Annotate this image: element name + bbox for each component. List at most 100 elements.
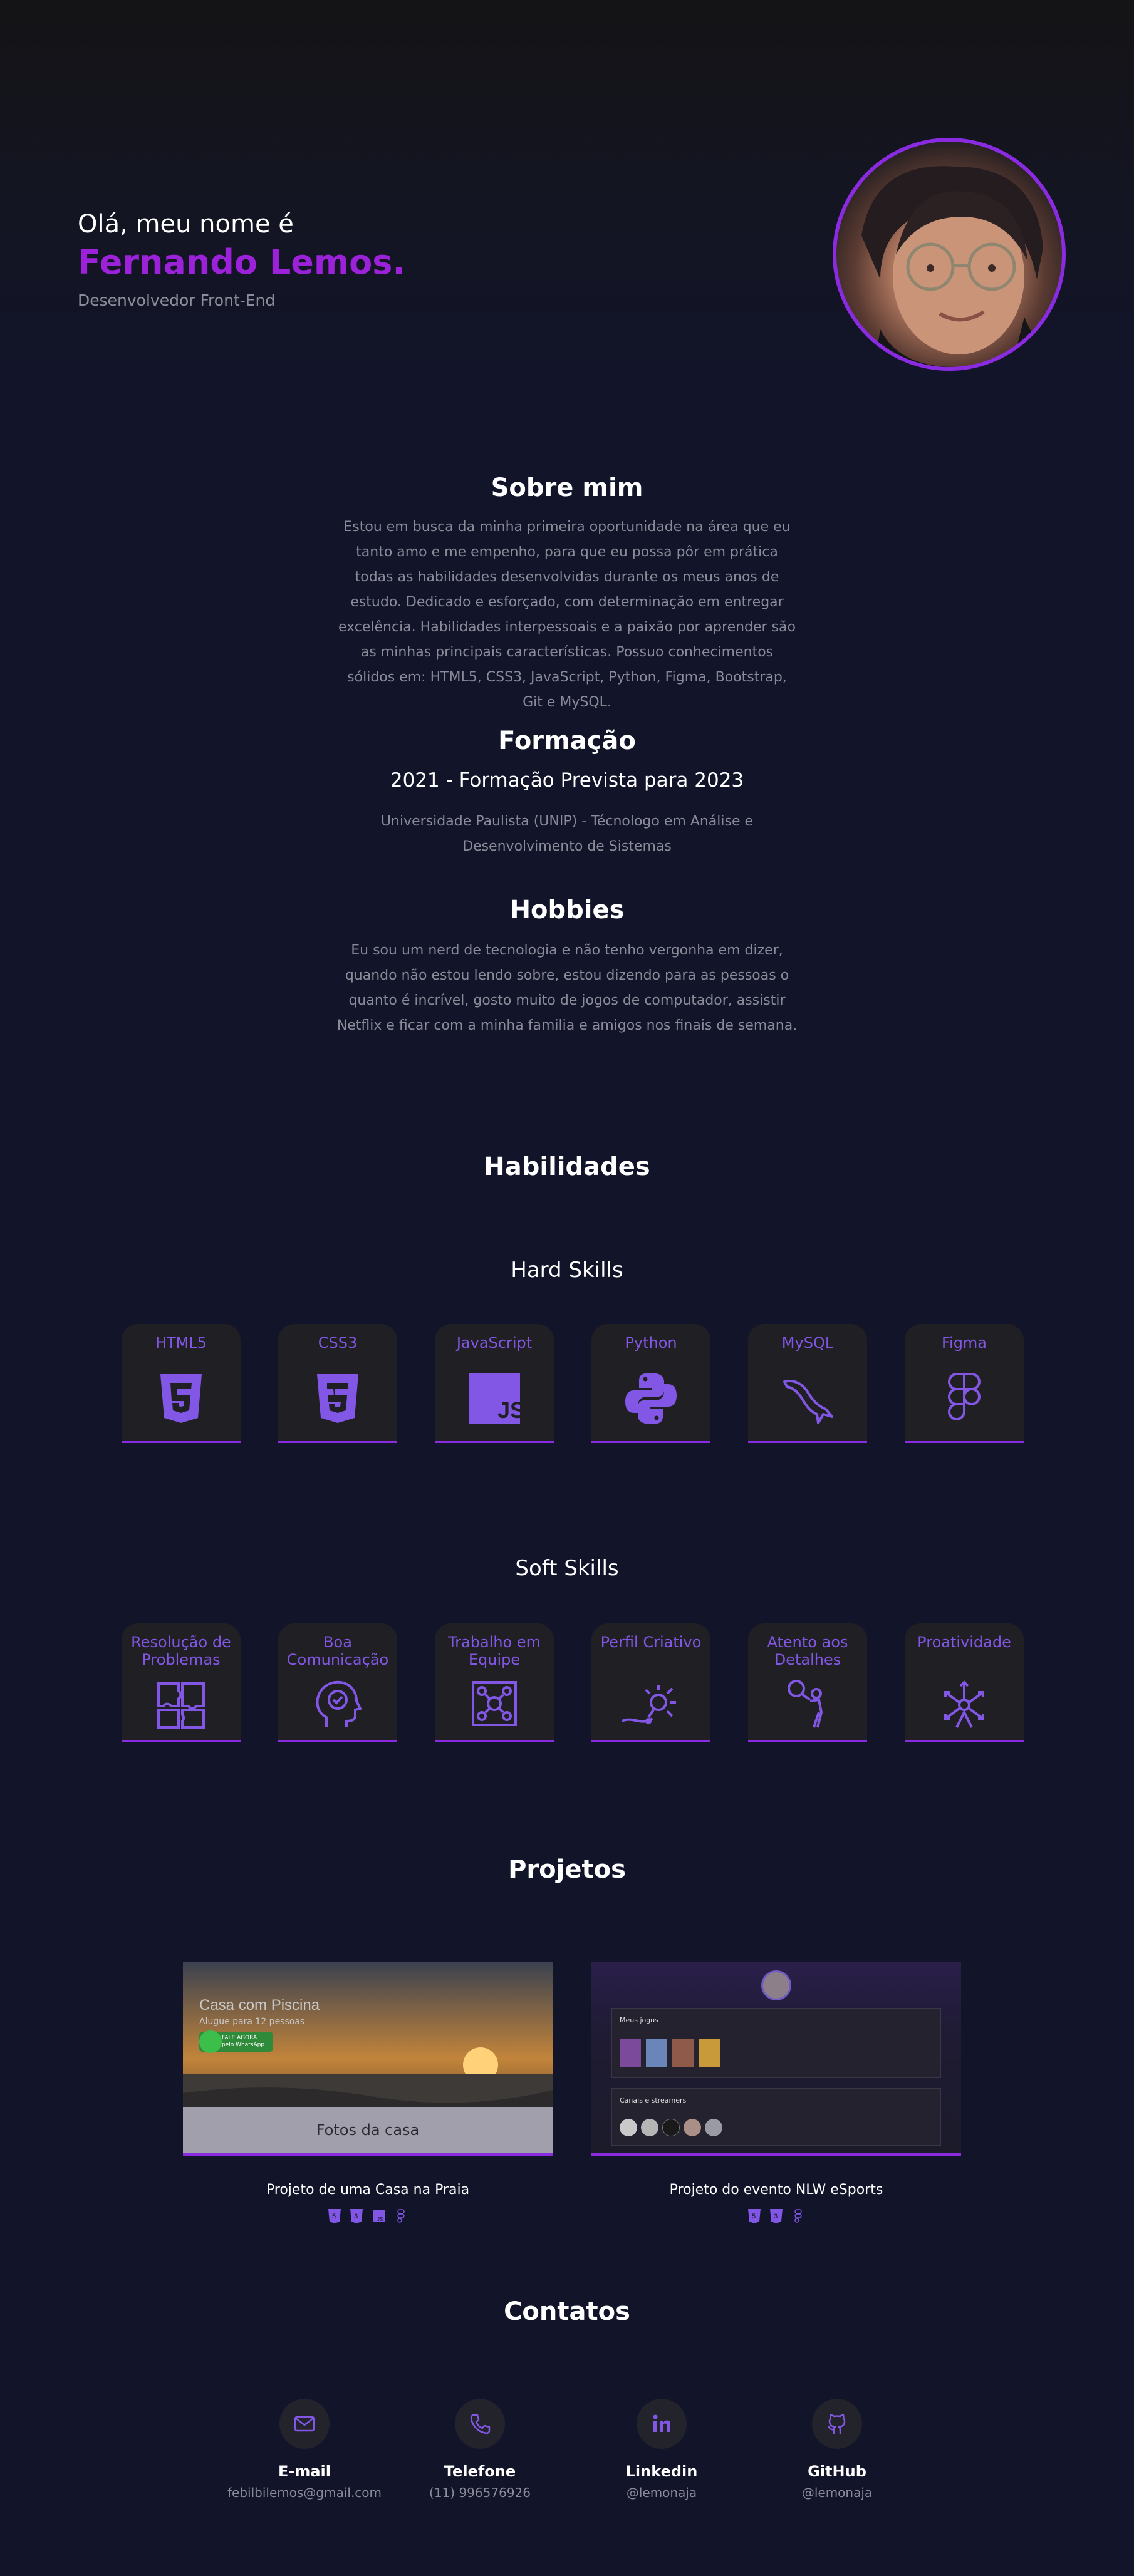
html5-icon: 5 xyxy=(327,2208,342,2224)
preview-games-title: Meus jogos xyxy=(620,2016,658,2024)
hero-greeting: Olá, meu nome é xyxy=(78,210,294,239)
whatsapp-icon xyxy=(199,2030,222,2053)
projects-title: Projetos xyxy=(508,1855,626,1884)
contact-value[interactable]: @lemonaja xyxy=(743,2485,931,2500)
proactive-icon xyxy=(944,1680,984,1728)
head-chat-icon xyxy=(316,1680,362,1727)
skills-title: Habilidades xyxy=(484,1152,650,1181)
hobbies-text: Eu sou um nerd de tecnologia e não tenho… xyxy=(336,943,798,1033)
skill-label: CSS3 xyxy=(318,1334,358,1352)
contact-value[interactable]: febilbilemos@gmail.com xyxy=(211,2485,398,2500)
game-cover xyxy=(672,2039,694,2067)
project-title: Projeto de uma Casa na Praia xyxy=(266,2182,470,2198)
contact-value[interactable]: @lemonaja xyxy=(568,2485,756,2500)
skill-label: Proatividade xyxy=(917,1633,1011,1651)
contact-label: Telefone xyxy=(444,2463,516,2480)
hero-section: Olá, meu nome é Fernando Lemos. Desenvol… xyxy=(0,0,1134,401)
skill-card-javascript: JavaScript JS xyxy=(435,1324,554,1443)
project-card-beach-house[interactable]: Casa com Piscina Alugue para 12 pessoas … xyxy=(183,1962,553,2227)
preview-avatar xyxy=(761,1970,791,2000)
skill-label: Perfil Criativo xyxy=(600,1633,702,1651)
skill-label: Atento aos Detalhes xyxy=(767,1633,848,1668)
css3-icon: 3 xyxy=(349,2208,364,2224)
channel-avatar xyxy=(620,2119,637,2136)
skill-card-figma: Figma xyxy=(905,1324,1024,1443)
skill-card-css3: CSS3 xyxy=(278,1324,397,1443)
game-cover xyxy=(646,2039,667,2067)
contact-github[interactable]: GitHub @lemonaja xyxy=(743,2399,931,2500)
skill-card-detail: Atento aos Detalhes xyxy=(748,1623,867,1742)
mysql-dolphin-icon xyxy=(783,1380,833,1424)
skill-label: MySQL xyxy=(781,1334,834,1352)
figma-icon xyxy=(791,2208,806,2224)
figma-icon xyxy=(948,1373,981,1420)
education-text: Universidade Paulista (UNIP) - Técnologo… xyxy=(380,814,754,854)
project-card-nlw-esports[interactable]: Meus jogos Canais e streamers Projeto do… xyxy=(591,1962,961,2227)
skill-label: Trabalho em Equipe xyxy=(448,1633,541,1668)
magnifier-person-icon xyxy=(788,1680,823,1728)
contact-label: Linkedin xyxy=(625,2463,698,2480)
about-title: Sobre mim xyxy=(491,473,643,502)
project-overlay: Fotos da casa xyxy=(183,2107,553,2153)
contact-icon-circle[interactable] xyxy=(279,2399,330,2449)
svg-text:5: 5 xyxy=(752,2213,756,2220)
contacts-title: Contatos xyxy=(504,2297,630,2326)
contact-value[interactable]: (11) 996576926 xyxy=(386,2485,574,2500)
contact-icon-circle[interactable] xyxy=(637,2399,687,2449)
contact-linkedin[interactable]: Linkedin @lemonaja xyxy=(568,2399,756,2500)
javascript-icon: JS xyxy=(469,1373,523,1424)
puzzle-icon xyxy=(157,1682,205,1729)
preview-games-panel: Meus jogos xyxy=(611,2008,941,2078)
soft-skills-row: Resolução de Problemas Boa Comunicação T… xyxy=(122,1623,1024,1742)
skill-card-communication: Boa Comunicação xyxy=(278,1623,397,1742)
about-text: Estou em busca da minha primeira oportun… xyxy=(338,519,796,710)
contact-icon-circle[interactable] xyxy=(455,2399,505,2449)
python-icon xyxy=(625,1373,677,1424)
figma-icon xyxy=(393,2208,408,2224)
channel-avatar xyxy=(662,2119,680,2136)
game-cover xyxy=(620,2039,641,2067)
skill-label: Figma xyxy=(941,1334,987,1352)
skill-card-teamwork: Trabalho em Equipe xyxy=(435,1623,554,1742)
channel-avatar xyxy=(705,2119,722,2136)
education-title: Formação xyxy=(498,727,636,755)
profile-photo-illustration xyxy=(861,166,1062,367)
soft-skills-title: Soft Skills xyxy=(515,1556,619,1581)
contact-email[interactable]: E-mail febilbilemos@gmail.com xyxy=(211,2399,398,2500)
contact-phone[interactable]: Telefone (11) 996576926 xyxy=(386,2399,574,2500)
channel-avatar xyxy=(684,2119,701,2136)
contact-label: GitHub xyxy=(808,2463,866,2480)
svg-text:JS: JS xyxy=(497,1397,523,1423)
contact-icon-circle[interactable] xyxy=(812,2399,862,2449)
skill-label: Python xyxy=(625,1334,677,1352)
skill-card-creative: Perfil Criativo xyxy=(591,1623,710,1742)
project-preview-beach-house[interactable]: Casa com Piscina Alugue para 12 pessoas … xyxy=(183,1962,553,2156)
svg-text:3: 3 xyxy=(774,2213,778,2220)
skill-card-mysql: MySQL xyxy=(748,1324,867,1443)
project-title: Projeto do evento NLW eSports xyxy=(669,2182,883,2198)
skill-label: JavaScript xyxy=(456,1334,533,1352)
hobbies-title: Hobbies xyxy=(509,896,625,924)
skill-card-python: Python xyxy=(591,1324,710,1443)
game-cover xyxy=(699,2039,720,2067)
css3-icon: 3 xyxy=(769,2208,784,2224)
team-icon xyxy=(472,1681,517,1726)
project-preview-nlw-esports[interactable]: Meus jogos Canais e streamers xyxy=(591,1962,961,2156)
skill-label: HTML5 xyxy=(155,1334,207,1352)
svg-text:5: 5 xyxy=(332,2213,336,2220)
education-period: 2021 - Formação Prevista para 2023 xyxy=(390,769,744,792)
hero-name: Fernando Lemos. xyxy=(78,242,405,282)
phone-icon xyxy=(470,2414,491,2434)
hero-text: Olá, meu nome é Fernando Lemos. Desenvol… xyxy=(78,208,405,313)
skill-card-html5: HTML5 xyxy=(122,1324,241,1443)
hero-role: Desenvolvedor Front-End xyxy=(78,291,276,309)
html5-icon: 5 xyxy=(747,2208,762,2224)
skill-card-problem-solving: Resolução de Problemas xyxy=(122,1623,241,1742)
hard-skills-title: Hard Skills xyxy=(511,1258,623,1283)
javascript-icon: JS xyxy=(372,2208,387,2224)
hard-skills-row: HTML5 CSS3 JavaScript JS Python MySQL Fi… xyxy=(122,1324,1024,1443)
svg-text:3: 3 xyxy=(354,2213,358,2220)
preview-channels-panel: Canais e streamers xyxy=(611,2088,941,2146)
preview-channels-title: Canais e streamers xyxy=(620,2096,687,2104)
mail-icon xyxy=(294,2416,315,2432)
